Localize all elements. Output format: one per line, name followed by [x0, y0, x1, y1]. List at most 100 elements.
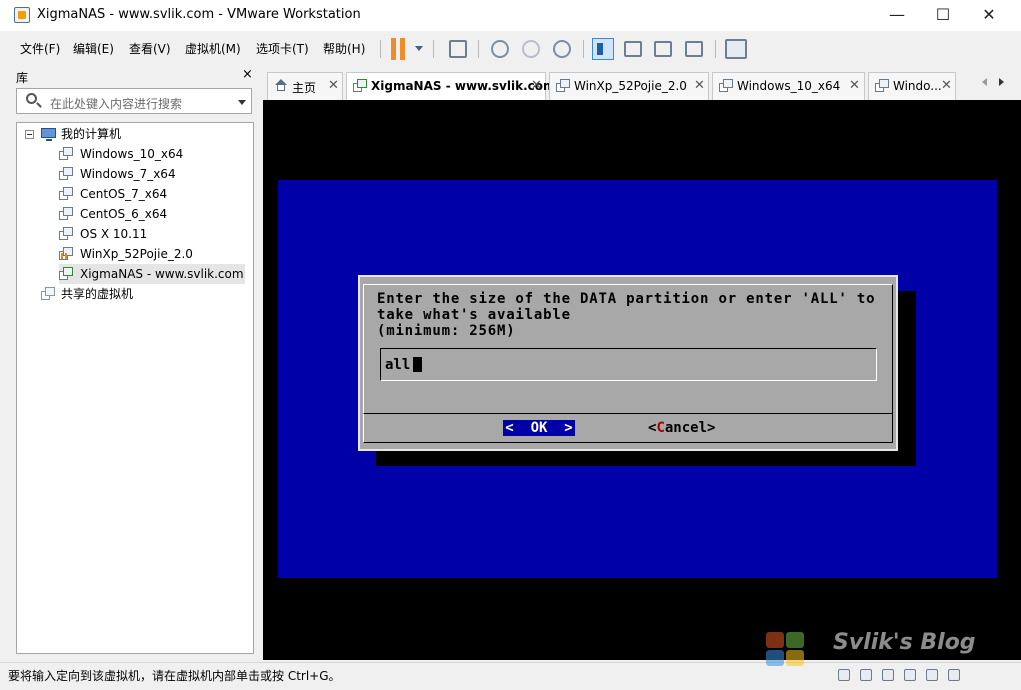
usb-icon[interactable] — [904, 669, 916, 681]
status-bar: 要将输入定向到该虚拟机，请在虚拟机内部单击或按 Ctrl+G。 — [0, 662, 1021, 690]
tab-home[interactable]: 主页 ✕ — [267, 72, 343, 100]
show-library-icon[interactable] — [592, 38, 614, 60]
snapshot-icon[interactable] — [491, 40, 509, 58]
toolbar-separator — [478, 40, 479, 58]
collapse-icon[interactable] — [25, 130, 34, 139]
vm-icon — [719, 79, 733, 92]
menu-vm[interactable]: 虚拟机(M) — [185, 40, 241, 57]
tree-item-vm[interactable]: Windows_7_x64 — [59, 164, 251, 184]
power-dropdown-icon[interactable] — [415, 46, 423, 51]
tab-label: Windows_10_x64 — [737, 79, 841, 93]
tab-label: XigmaNAS - www.svlik.com — [371, 79, 556, 93]
toolbar-separator — [380, 40, 381, 58]
input-value: all — [385, 357, 411, 373]
unity-icon[interactable] — [685, 41, 703, 57]
console-view-icon[interactable] — [725, 39, 747, 59]
vm-icon — [59, 167, 73, 180]
tab-close-icon[interactable]: ✕ — [694, 78, 705, 93]
vm-console[interactable]: Enter the size of the DATA partition or … — [263, 100, 1021, 660]
maximize-button[interactable]: ☐ — [920, 0, 966, 31]
library-title: 库 — [16, 71, 29, 85]
vmware-app-icon — [14, 7, 30, 23]
dialog-prompt-line: take what's available — [377, 307, 571, 323]
ok-button[interactable]: < OK > — [503, 420, 575, 436]
menu-tabs[interactable]: 选项卡(T) — [256, 40, 309, 57]
menu-help[interactable]: 帮助(H) — [323, 40, 365, 57]
menu-edit[interactable]: 编辑(E) — [73, 40, 114, 57]
cd-drive-icon[interactable] — [860, 669, 872, 681]
revert-snapshot-icon[interactable] — [522, 40, 540, 58]
dialog-prompt-line: Enter the size of the DATA partition or … — [377, 291, 876, 307]
tab-close-icon[interactable]: ✕ — [849, 78, 860, 93]
vm-paused-icon — [59, 247, 73, 260]
tree-item-label: XigmaNAS - www.svlik.com — [80, 267, 244, 281]
dialog-button-area — [363, 413, 893, 443]
toolbar-separator — [433, 40, 434, 58]
library-panel: 库 × 在此处键入内容进行搜索 我的计算机 Windows_10_x64 Win… — [6, 66, 259, 662]
snapshot-manager-icon[interactable] — [553, 40, 571, 58]
partition-size-input[interactable]: all — [380, 348, 877, 381]
menu-view[interactable]: 查看(V) — [129, 40, 171, 57]
tree-item-label: CentOS_6_x64 — [80, 207, 168, 221]
minimize-button[interactable]: — — [874, 0, 920, 31]
cancel-label: ancel> — [664, 420, 716, 436]
dialog-prompt-line: (minimum: 256M) — [377, 323, 516, 339]
send-ctrl-alt-del-icon[interactable] — [449, 40, 467, 58]
library-tree: 我的计算机 Windows_10_x64 Windows_7_x64 CentO… — [16, 122, 254, 654]
library-search-input[interactable]: 在此处键入内容进行搜索 — [16, 88, 252, 114]
tree-item-label: WinXp_52Pojie_2.0 — [80, 247, 193, 261]
vm-icon — [59, 207, 73, 220]
full-screen-icon[interactable] — [654, 41, 672, 57]
tree-item-my-computer[interactable]: 我的计算机 — [17, 124, 253, 144]
vm-icon — [59, 187, 73, 200]
cancel-hotkey: C — [656, 420, 665, 436]
vm-icon — [556, 79, 570, 92]
tab-close-icon[interactable]: ✕ — [531, 78, 542, 93]
window-title: XigmaNAS - www.svlik.com - VMware Workst… — [37, 7, 361, 22]
vm-icon — [59, 147, 73, 160]
tab-winxp[interactable]: WinXp_52Pojie_2.0 ✕ — [549, 72, 709, 100]
tab-xigmanas[interactable]: XigmaNAS - www.svlik.com ✕ — [346, 72, 556, 100]
tab-windows10[interactable]: Windows_10_x64 ✕ — [712, 72, 865, 100]
tab-label: Windo... — [893, 79, 942, 93]
tab-close-icon[interactable]: ✕ — [328, 78, 339, 93]
scroll-tabs-left-icon[interactable] — [982, 78, 987, 86]
library-close-button[interactable]: × — [242, 67, 253, 82]
menu-file[interactable]: 文件(F) — [20, 40, 60, 57]
network-adapter-icon[interactable] — [882, 669, 894, 681]
pause-icon[interactable] — [388, 38, 410, 60]
tab-windows-truncated[interactable]: Windo... ✕ — [868, 72, 956, 100]
thumbnail-bar-icon[interactable] — [624, 41, 642, 57]
tree-item-label: 共享的虚拟机 — [61, 287, 134, 301]
tree-item-vm[interactable]: Windows_10_x64 — [59, 144, 251, 164]
toolbar-separator — [583, 40, 584, 58]
cancel-button[interactable]: <Cancel> — [648, 420, 715, 436]
tree-item-label: Windows_10_x64 — [80, 147, 184, 161]
sound-icon[interactable] — [926, 669, 938, 681]
hard-disk-icon[interactable] — [838, 669, 850, 681]
tree-item-label: 我的计算机 — [61, 127, 122, 141]
tree-item-vm[interactable]: CentOS_7_x64 — [59, 184, 251, 204]
tree-item-shared[interactable]: 共享的虚拟机 — [17, 284, 253, 304]
vm-running-icon — [353, 79, 367, 92]
display-icon[interactable] — [948, 669, 960, 681]
title-bar: XigmaNAS - www.svlik.com - VMware Workst… — [0, 0, 1021, 31]
scroll-tabs-right-icon[interactable] — [999, 78, 1004, 86]
vmware-window: XigmaNAS - www.svlik.com - VMware Workst… — [0, 0, 1021, 690]
tree-item-vm-selected[interactable]: XigmaNAS - www.svlik.com — [59, 264, 245, 284]
tab-close-icon[interactable]: ✕ — [941, 78, 952, 93]
vm-icon — [59, 227, 73, 240]
status-message: 要将输入定向到该虚拟机，请在虚拟机内部单击或按 Ctrl+G。 — [8, 669, 341, 683]
close-window-button[interactable]: ✕ — [966, 0, 1012, 31]
partition-size-dialog: Enter the size of the DATA partition or … — [358, 275, 898, 451]
tree-item-vm[interactable]: OS X 10.11 — [59, 224, 251, 244]
tree-item-vm[interactable]: CentOS_6_x64 — [59, 204, 251, 224]
toolbar-separator — [715, 40, 716, 58]
tree-item-label: OS X 10.11 — [80, 227, 148, 241]
vm-running-icon — [59, 267, 73, 280]
tree-item-vm-paused[interactable]: WinXp_52Pojie_2.0 — [59, 244, 251, 264]
search-dropdown-icon[interactable] — [238, 100, 246, 105]
search-icon — [26, 93, 37, 104]
shared-vms-icon — [41, 287, 55, 300]
tab-label: WinXp_52Pojie_2.0 — [574, 79, 687, 93]
